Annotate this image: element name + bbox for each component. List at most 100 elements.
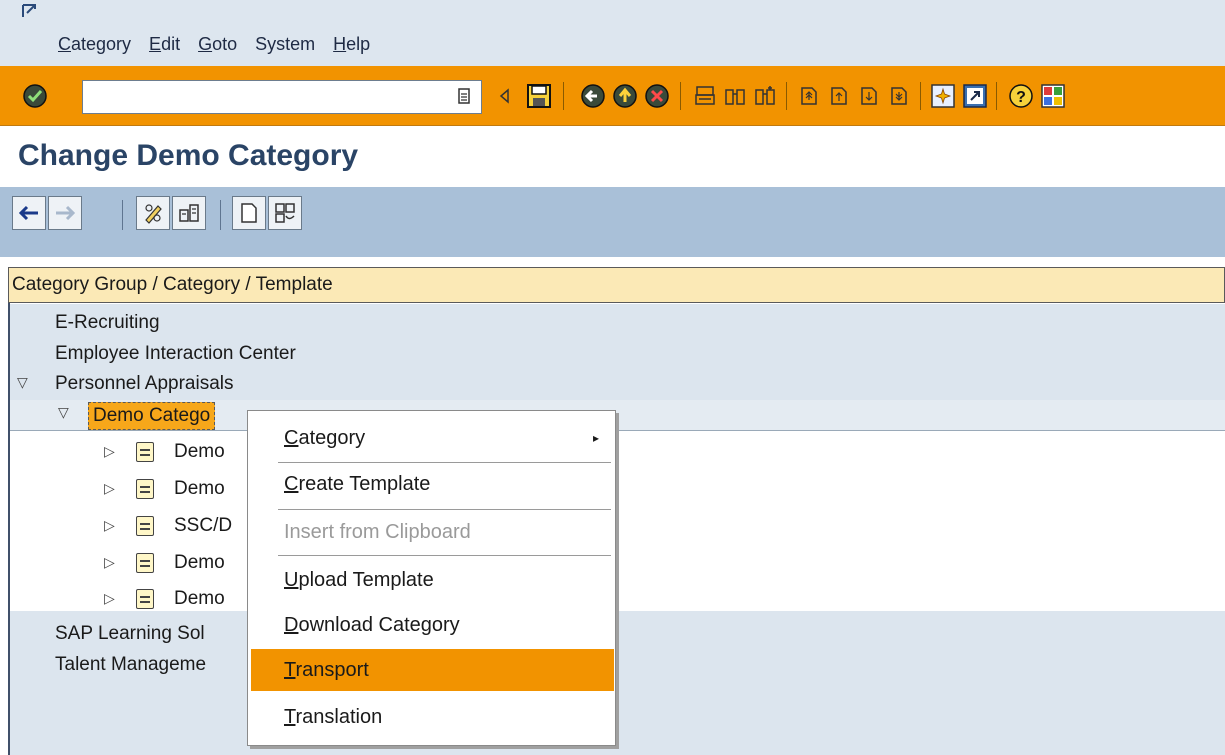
tree-node-template[interactable]: Demo [174, 478, 225, 500]
help-icon: ? [1009, 84, 1033, 108]
shortcut-icon [963, 84, 987, 108]
print-icon [695, 86, 715, 105]
menu-bar: Category Edit Goto System Help [0, 0, 1225, 66]
toolbar-separator [220, 200, 221, 230]
toolbar-separator [920, 82, 921, 110]
customize-layout-button[interactable] [1036, 79, 1070, 113]
tree-node-e-recruiting[interactable]: E-Recruiting [55, 312, 160, 334]
toolbar-separator [563, 82, 564, 110]
tree-column-header[interactable]: Category Group / Category / Template [8, 267, 1225, 303]
save-button[interactable] [522, 79, 556, 113]
template-icon [136, 479, 154, 499]
tree-node-sap-learning-solution[interactable]: SAP Learning Sol [55, 623, 205, 645]
first-page-button[interactable] [792, 79, 826, 113]
title-bar: Change Demo Category [0, 127, 1225, 187]
menu-goto[interactable]: Goto [198, 34, 237, 55]
menu-separator [278, 555, 611, 556]
toolbar-separator [786, 82, 787, 110]
template-icon [136, 516, 154, 536]
previous-object-button[interactable] [12, 196, 46, 230]
svg-text:?: ? [1016, 89, 1026, 106]
toolbar-separator [680, 82, 681, 110]
tree-node-personnel-appraisals[interactable]: Personnel Appraisals [55, 373, 234, 395]
new-session-icon [931, 84, 955, 108]
history-icon [458, 88, 470, 104]
menu-system[interactable]: System [255, 34, 315, 55]
expand-toggle-icon[interactable]: ▽ [58, 404, 69, 421]
exit-button[interactable] [608, 79, 642, 113]
context-menu-item-category[interactable]: Category ▸ [248, 420, 615, 456]
context-menu-item-transport[interactable]: Transport [251, 649, 614, 691]
context-menu-item-create-template[interactable]: Create Template [248, 466, 615, 502]
page-title: Change Demo Category [18, 139, 359, 172]
tree-node-employee-interaction-center[interactable]: Employee Interaction Center [55, 343, 296, 365]
display-change-button[interactable] [136, 196, 170, 230]
toolbar-separator [122, 200, 123, 230]
find-next-button[interactable] [748, 79, 782, 113]
collapsed-toggle-icon[interactable]: ▷ [104, 517, 115, 534]
create-session-button[interactable] [926, 79, 960, 113]
previous-page-icon [831, 87, 847, 105]
next-page-button[interactable] [852, 79, 886, 113]
shortcut-button[interactable] [958, 79, 992, 113]
exit-icon [613, 84, 637, 108]
collapsed-toggle-icon[interactable]: ▷ [104, 554, 115, 571]
template-icon [136, 589, 154, 609]
context-menu-item-upload-template[interactable]: Upload Template [248, 562, 615, 598]
find-button[interactable] [718, 79, 752, 113]
command-field[interactable] [82, 80, 482, 114]
template-icon [136, 553, 154, 573]
submenu-arrow-icon: ▸ [592, 431, 599, 445]
other-object-icon [179, 204, 199, 222]
toolbar-separator [996, 82, 997, 110]
help-button[interactable]: ? [1004, 79, 1038, 113]
tree-node-template[interactable]: Demo [174, 441, 225, 463]
menu-separator [278, 462, 611, 463]
template-icon [136, 442, 154, 462]
tree-node-demo-category[interactable]: Demo Catego [88, 402, 216, 430]
pencil-glasses-icon [145, 204, 162, 224]
tree-node-talent-management[interactable]: Talent Manageme [55, 654, 206, 676]
previous-page-button[interactable] [822, 79, 856, 113]
collapsed-toggle-icon[interactable]: ▷ [104, 480, 115, 497]
back-button[interactable] [576, 79, 610, 113]
checkmark-icon [23, 84, 47, 108]
next-object-button[interactable] [48, 196, 82, 230]
print-button[interactable] [688, 79, 722, 113]
next-page-icon [861, 87, 877, 105]
customize-layout-icon [1041, 84, 1065, 108]
context-menu-item-download-category[interactable]: Download Category [248, 607, 615, 643]
binoculars-icon [725, 89, 745, 105]
blank-page-icon [241, 203, 257, 223]
app-menu-icon[interactable] [20, 2, 38, 20]
tree-node-template[interactable]: Demo [174, 588, 225, 610]
save-icon [527, 84, 551, 108]
arrow-left-icon [18, 205, 38, 221]
expand-toggle-icon[interactable]: ▽ [17, 374, 28, 391]
binoculars-plus-icon [755, 86, 775, 105]
context-menu-item-insert-from-clipboard: Insert from Clipboard [284, 521, 471, 543]
menu-edit[interactable]: Edit [149, 34, 180, 55]
menu-category[interactable]: Category [58, 34, 131, 55]
other-object-button[interactable] [172, 196, 206, 230]
command-history-button[interactable] [450, 79, 478, 113]
menu-separator [278, 509, 611, 510]
overview-button[interactable] [268, 196, 302, 230]
cancel-button[interactable] [640, 79, 674, 113]
first-page-icon [801, 87, 817, 105]
last-page-icon [891, 87, 907, 105]
back-icon [581, 84, 605, 108]
tree-node-template[interactable]: SSC/D [174, 515, 232, 537]
overview-icon [275, 203, 295, 223]
create-button[interactable] [232, 196, 266, 230]
last-page-button[interactable] [882, 79, 916, 113]
context-menu-item-translation[interactable]: Translation [248, 699, 615, 735]
menu-help[interactable]: Help [333, 34, 370, 55]
context-menu: Category ▸ Create Template Insert from C… [247, 410, 616, 746]
collapse-command-button[interactable] [488, 79, 522, 113]
collapsed-toggle-icon[interactable]: ▷ [104, 590, 115, 607]
tree-node-template[interactable]: Demo [174, 552, 225, 574]
arrow-right-icon [56, 205, 76, 221]
enter-button[interactable] [18, 79, 52, 113]
collapsed-toggle-icon[interactable]: ▷ [104, 443, 115, 460]
